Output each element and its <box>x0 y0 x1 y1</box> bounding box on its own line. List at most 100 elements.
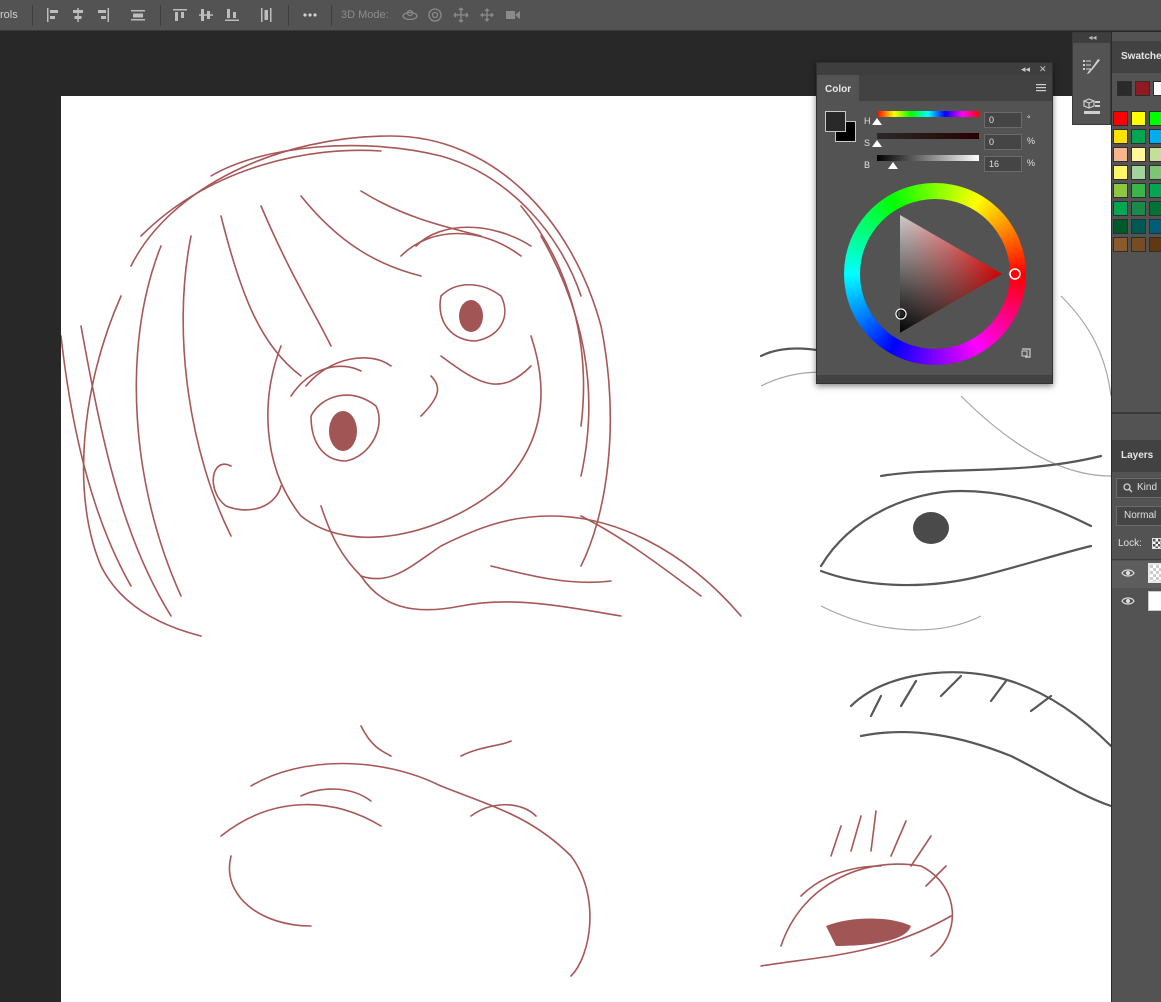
color-swatch[interactable] <box>1113 201 1128 216</box>
color-swatch[interactable] <box>1149 147 1161 162</box>
align-top-edges-icon[interactable] <box>171 6 189 24</box>
color-swatch[interactable] <box>1113 237 1128 252</box>
more-options-icon[interactable] <box>301 6 319 24</box>
layers-tab[interactable]: Layers <box>1112 440 1161 472</box>
hue-slider[interactable] <box>877 111 979 117</box>
color-swatch[interactable] <box>1131 111 1146 126</box>
collapse-icon[interactable]: ◂◂ <box>1021 63 1030 75</box>
color-panel-titlebar[interactable]: ◂◂ ✕ <box>817 63 1052 75</box>
saturation-brightness-triangle[interactable] <box>844 183 1026 365</box>
layers-tab-label: Layers <box>1121 450 1154 461</box>
collapsed-panel-strip: ◂◂ <box>1072 32 1112 125</box>
saturation-unit: % <box>1027 136 1036 146</box>
layer-thumbnail <box>1148 563 1161 583</box>
color-swatch[interactable] <box>1149 165 1161 180</box>
color-tab[interactable]: Color <box>817 75 859 101</box>
saturation-value: 0 <box>989 137 995 147</box>
distribute-vertical-icon[interactable] <box>257 6 275 24</box>
color-swatch[interactable] <box>1149 111 1161 126</box>
visibility-eye-icon[interactable] <box>1121 568 1135 578</box>
color-swatch[interactable] <box>1149 219 1161 234</box>
panel-divider <box>1112 412 1161 414</box>
align-vertical-centers-icon[interactable] <box>197 6 215 24</box>
layer-thumbnail <box>1148 591 1161 611</box>
toolbar-separator <box>288 5 289 26</box>
align-left-edges-icon[interactable] <box>44 6 62 24</box>
color-panel-tabs: Color <box>817 75 1052 101</box>
blend-mode-value: Normal <box>1124 510 1157 521</box>
color-swatch[interactable] <box>1149 129 1161 144</box>
foreground-color-swatch[interactable] <box>825 111 846 132</box>
orbit-3d-icon[interactable] <box>401 6 419 24</box>
lock-transparency-icon[interactable] <box>1152 538 1161 549</box>
color-swatch[interactable] <box>1113 219 1128 234</box>
color-swatch[interactable] <box>1113 165 1128 180</box>
saturation-slider-thumb[interactable] <box>872 140 882 147</box>
layer-filter-kind: Kind <box>1137 482 1158 493</box>
brightness-slider[interactable] <box>877 155 979 161</box>
brush-settings-icon[interactable] <box>1080 55 1104 79</box>
color-swatch[interactable] <box>1113 129 1128 144</box>
align-right-edges-icon[interactable] <box>94 6 112 24</box>
layer-filter-field[interactable]: Kind <box>1116 478 1161 498</box>
right-panel-dock: Swatches Layers Kind Normal Lock: <box>1111 32 1161 1002</box>
color-swatch[interactable] <box>1149 201 1161 216</box>
saturation-slider[interactable] <box>877 133 979 139</box>
brightness-slider-thumb[interactable] <box>888 162 899 169</box>
color-swatch[interactable] <box>1149 183 1161 198</box>
align-bottom-edges-icon[interactable] <box>223 6 241 24</box>
recent-swatch[interactable] <box>1153 81 1161 96</box>
hue-slider-thumb[interactable] <box>872 118 882 125</box>
color-swatch[interactable] <box>1131 237 1146 252</box>
options-bar-label: rols <box>0 9 18 21</box>
color-swatch[interactable] <box>1131 129 1146 144</box>
color-swatch[interactable] <box>1113 183 1128 198</box>
collapse-icon[interactable]: ◂◂ <box>1073 33 1112 43</box>
distribute-horizontal-icon[interactable] <box>129 6 147 24</box>
recent-swatch[interactable] <box>1135 81 1150 96</box>
recent-swatch[interactable] <box>1117 81 1132 96</box>
roll-3d-icon[interactable] <box>426 6 444 24</box>
color-swatch[interactable] <box>1131 183 1146 198</box>
saturation-label: S <box>864 138 871 148</box>
blend-mode-select[interactable]: Normal <box>1116 506 1161 526</box>
hue-value: 0 <box>989 115 995 125</box>
hue-unit: ° <box>1027 114 1031 124</box>
color-panel-bottom-bar <box>817 375 1052 383</box>
color-wheel[interactable] <box>844 183 1026 365</box>
slide-3d-icon[interactable] <box>478 6 496 24</box>
color-swatch[interactable] <box>1149 237 1161 252</box>
color-swatch[interactable] <box>1113 111 1128 126</box>
visibility-eye-icon[interactable] <box>1121 596 1135 606</box>
swatches-tab[interactable]: Swatches <box>1112 41 1161 73</box>
brightness-label: B <box>864 160 871 170</box>
hue-value-field[interactable]: 0 <box>984 112 1022 128</box>
color-swatch[interactable] <box>1131 201 1146 216</box>
pan-3d-icon[interactable] <box>452 6 470 24</box>
lock-label: Lock: <box>1118 538 1142 549</box>
saturation-value-field[interactable]: 0 <box>984 134 1022 150</box>
3d-cube-icon[interactable] <box>1080 95 1104 119</box>
align-horizontal-centers-icon[interactable] <box>69 6 87 24</box>
layers-divider <box>1112 559 1161 560</box>
3d-mode-label: 3D Mode: <box>341 9 389 21</box>
brightness-value: 16 <box>989 159 1000 169</box>
panel-menu-icon[interactable] <box>1036 84 1046 92</box>
resize-corner-icon[interactable] <box>1021 348 1031 358</box>
layer-row[interactable] <box>1112 589 1161 616</box>
color-swatch[interactable] <box>1131 165 1146 180</box>
toolbar-separator <box>32 5 33 26</box>
hue-label: H <box>864 116 871 126</box>
search-icon <box>1123 483 1133 493</box>
scale-3d-icon[interactable] <box>504 6 522 24</box>
color-swatch[interactable] <box>1131 219 1146 234</box>
color-swatch[interactable] <box>1113 147 1128 162</box>
foreground-background-swatch[interactable] <box>825 111 857 143</box>
close-icon[interactable]: ✕ <box>1039 63 1047 75</box>
color-tab-label: Color <box>825 84 852 95</box>
color-swatch[interactable] <box>1131 147 1146 162</box>
layer-row[interactable] <box>1112 561 1161 588</box>
options-bar: rols 3D Mode: <box>0 0 1161 31</box>
photoshop-window: rols 3D Mode: ◂◂ Swatche Layers Kind Nor… <box>0 0 1161 1002</box>
brightness-value-field[interactable]: 16 <box>984 156 1022 172</box>
